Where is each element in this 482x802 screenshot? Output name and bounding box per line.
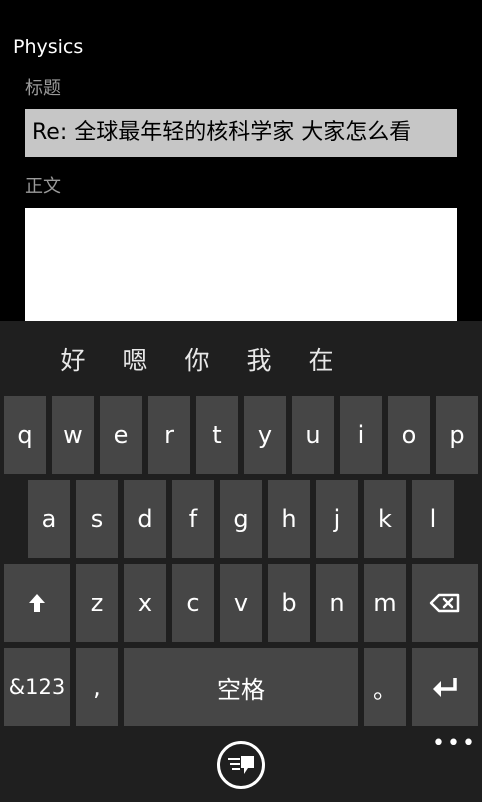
suggestion-item[interactable]: 在 xyxy=(301,341,341,377)
period-key[interactable]: 。 xyxy=(364,648,406,726)
key-q[interactable]: q xyxy=(4,396,46,474)
shift-key[interactable] xyxy=(4,564,70,642)
key-k[interactable]: k xyxy=(364,480,406,558)
key-w[interactable]: w xyxy=(52,396,94,474)
key-c[interactable]: c xyxy=(172,564,214,642)
enter-key[interactable] xyxy=(412,648,478,726)
backspace-key[interactable] xyxy=(412,564,478,642)
key-d[interactable]: d xyxy=(124,480,166,558)
key-u[interactable]: u xyxy=(292,396,334,474)
app-title: Physics xyxy=(13,36,84,58)
comma-key[interactable]: , xyxy=(76,648,118,726)
key-m[interactable]: m xyxy=(364,564,406,642)
key-y[interactable]: y xyxy=(244,396,286,474)
title-input[interactable]: Re: 全球最年轻的核科学家 大家怎么看 xyxy=(25,109,457,157)
body-input[interactable] xyxy=(25,208,457,321)
key-b[interactable]: b xyxy=(268,564,310,642)
key-e[interactable]: e xyxy=(100,396,142,474)
backspace-icon xyxy=(429,593,460,613)
key-a[interactable]: a xyxy=(28,480,70,558)
symbols-key[interactable]: &123 xyxy=(4,648,70,726)
key-g[interactable]: g xyxy=(220,480,262,558)
more-options-button[interactable]: ••• xyxy=(432,731,477,756)
suggestion-item[interactable]: 我 xyxy=(239,341,279,377)
key-x[interactable]: x xyxy=(124,564,166,642)
key-z[interactable]: z xyxy=(76,564,118,642)
key-h[interactable]: h xyxy=(268,480,310,558)
key-v[interactable]: v xyxy=(220,564,262,642)
key-o[interactable]: o xyxy=(388,396,430,474)
key-i[interactable]: i xyxy=(340,396,382,474)
key-n[interactable]: n xyxy=(316,564,358,642)
enter-icon xyxy=(433,678,457,697)
key-p[interactable]: p xyxy=(436,396,478,474)
emoji-icon xyxy=(228,756,254,774)
key-f[interactable]: f xyxy=(172,480,214,558)
suggestion-item[interactable]: 你 xyxy=(177,341,217,377)
space-key[interactable]: 空格 xyxy=(124,648,358,726)
title-label: 标题 xyxy=(25,78,61,99)
key-l[interactable]: l xyxy=(412,480,454,558)
key-s[interactable]: s xyxy=(76,480,118,558)
key-r[interactable]: r xyxy=(148,396,190,474)
suggestion-item[interactable]: 嗯 xyxy=(115,341,155,377)
suggestion-item[interactable]: 好 xyxy=(53,341,93,377)
on-screen-keyboard: 好 嗯 你 我 在 q w e r t y u i o p a s d f g … xyxy=(0,321,482,802)
emoji-button[interactable] xyxy=(217,741,265,789)
key-t[interactable]: t xyxy=(196,396,238,474)
key-j[interactable]: j xyxy=(316,480,358,558)
shift-arrow-icon xyxy=(29,594,45,612)
body-label: 正文 xyxy=(25,176,61,197)
suggestion-bar: 好 嗯 你 我 在 xyxy=(0,321,482,395)
